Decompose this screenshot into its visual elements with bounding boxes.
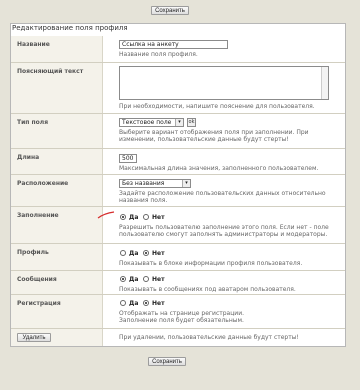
explain-textarea[interactable] (119, 66, 329, 100)
profile-yes-label[interactable]: Да (129, 250, 138, 257)
type-select[interactable]: Текстовое поле ▾ (119, 118, 184, 127)
save-button-bottom[interactable]: Сохранить (148, 357, 186, 366)
registration-yes-label[interactable]: Да (129, 300, 138, 307)
label-profile: Профиль (17, 249, 49, 256)
required-hint: Разрешить пользователю заполнение этого … (119, 224, 329, 238)
row-profile: Профиль Да Нет Показывать в блоке информ… (11, 244, 345, 270)
chevron-down-icon: ▾ (182, 180, 190, 187)
label-length: Длина (17, 154, 40, 161)
annotation-mark (97, 211, 115, 219)
messages-no-label[interactable]: Нет (152, 276, 165, 283)
textarea-scrollbar[interactable] (321, 67, 328, 99)
row-explain: Поясняющий текст При необходимости, напи… (11, 63, 345, 113)
label-registration: Регистрация (17, 300, 61, 307)
label-required: Заполнение (17, 212, 59, 219)
position-select-value: Без названия (122, 180, 165, 187)
row-delete: Удалить При удалении, пользовательские д… (11, 329, 345, 346)
position-select[interactable]: Без названия ▾ (119, 179, 191, 188)
messages-yes-radio[interactable] (120, 276, 126, 282)
delete-hint: При удалении, пользовательские данные бу… (119, 334, 299, 341)
row-name: Название Ссылка на анкету Название поля … (11, 36, 345, 62)
profile-no-label[interactable]: Нет (152, 250, 165, 257)
required-yes-radio[interactable] (120, 214, 126, 220)
delete-button[interactable]: Удалить (17, 333, 51, 342)
name-hint: Название поля профиля. (119, 51, 198, 58)
row-length: Длина 500 Максимальная длина значения, з… (11, 149, 345, 174)
row-required: Заполнение Да Нет Разрешить пользователю… (11, 207, 345, 243)
messages-yes-label[interactable]: Да (129, 276, 138, 283)
label-name: Название (17, 41, 50, 48)
row-registration: Регистрация Да Нет Отображать на страниц… (11, 295, 345, 328)
row-position: Расположение Без названия ▾ Задайте расп… (11, 175, 345, 206)
explain-hint: При необходимости, напишите пояснение дл… (119, 103, 315, 110)
profile-yes-radio[interactable] (120, 250, 126, 256)
label-messages: Сообщения (17, 276, 57, 283)
profile-hint: Показывать в блоке информации профиля по… (119, 260, 303, 267)
type-hint: Выберите вариант отображения поля при за… (119, 129, 309, 143)
type-select-value: Текстовое поле (122, 119, 172, 126)
required-no-label[interactable]: Нет (152, 214, 165, 221)
length-input[interactable]: 500 (119, 154, 137, 163)
save-button-top[interactable]: Сохранить (151, 6, 189, 15)
label-explain: Поясняющий текст (17, 68, 84, 75)
registration-no-radio[interactable] (143, 300, 149, 306)
row-messages: Сообщения Да Нет Показывать в сообщениях… (11, 271, 345, 294)
profile-no-radio[interactable] (143, 250, 149, 256)
messages-no-radio[interactable] (143, 276, 149, 282)
label-type: Тип поля (17, 119, 49, 126)
chevron-down-icon: ▾ (175, 119, 183, 126)
length-hint: Максимальная длина значения, заполненног… (119, 165, 319, 172)
messages-hint: Показывать в сообщениях под аватаром пол… (119, 286, 296, 293)
position-hint: Задайте расположение пользовательских да… (119, 190, 326, 204)
required-yes-label[interactable]: Да (129, 214, 138, 221)
label-position: Расположение (17, 180, 69, 187)
name-input[interactable]: Ссылка на анкету (119, 40, 228, 49)
type-ok-button[interactable]: ok (187, 118, 196, 127)
row-type: Тип поля Текстовое поле ▾ ok Выберите ва… (11, 114, 345, 148)
registration-yes-radio[interactable] (120, 300, 126, 306)
registration-hint: Отображать на странице регистрации. Запо… (119, 310, 245, 324)
required-no-radio[interactable] (143, 214, 149, 220)
page-title: Редактирование поля профиля (12, 24, 128, 32)
registration-no-label[interactable]: Нет (152, 300, 165, 307)
